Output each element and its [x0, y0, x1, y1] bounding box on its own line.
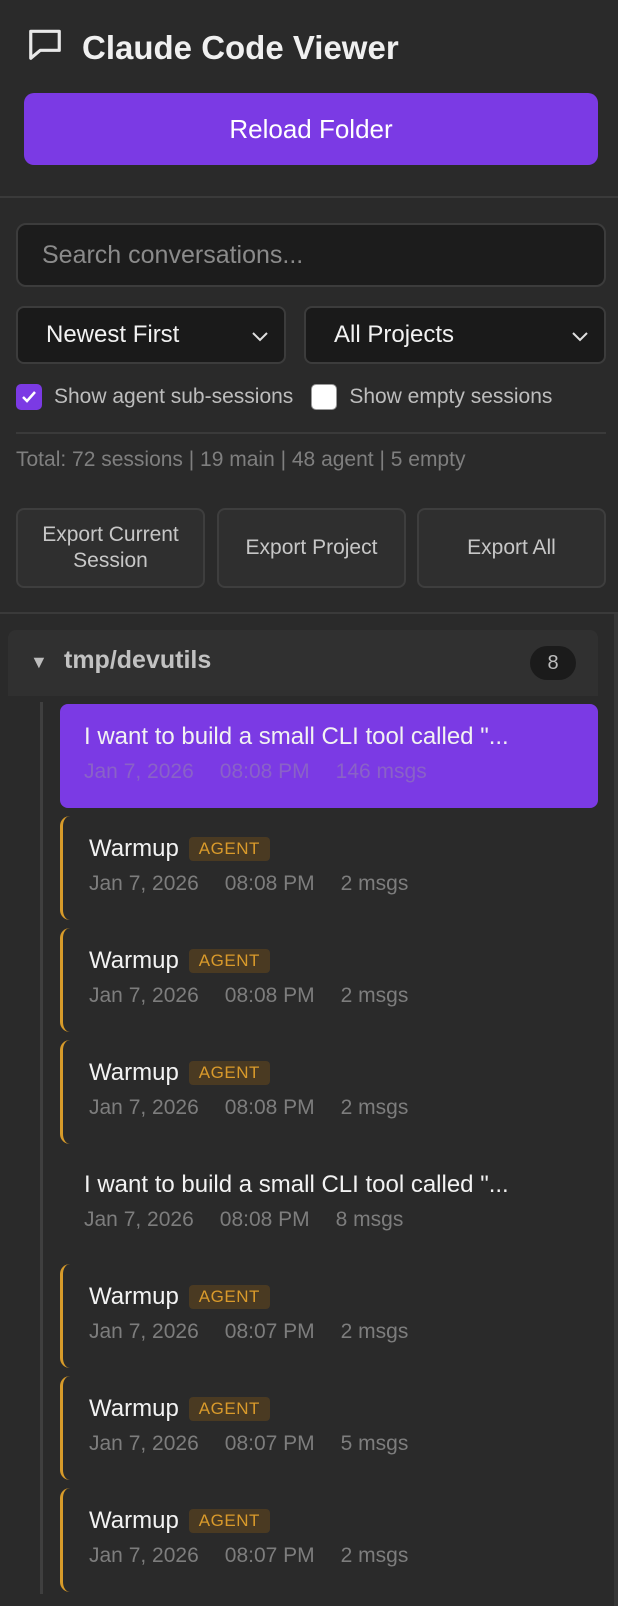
session-item[interactable]: I want to build a small CLI tool called …: [60, 1152, 598, 1256]
session-date: Jan 7, 2026: [89, 1320, 199, 1343]
session-title: I want to build a small CLI tool called …: [84, 1171, 509, 1198]
collapse-triangle-icon[interactable]: ▼: [30, 652, 48, 673]
divider: [0, 612, 618, 614]
session-meta: Jan 7, 2026 08:07 PM 5 msgs: [89, 1432, 408, 1456]
export-all-button[interactable]: Export All: [417, 508, 606, 588]
agent-session-item[interactable]: Warmup AGENT Jan 7, 2026 08:07 PM 2 msgs: [60, 1488, 598, 1592]
session-meta: Jan 7, 2026 08:08 PM 2 msgs: [89, 872, 408, 896]
search-input[interactable]: [16, 223, 606, 287]
session-meta: Jan 7, 2026 08:08 PM 2 msgs: [89, 984, 408, 1008]
session-meta: Jan 7, 2026 08:07 PM 2 msgs: [89, 1320, 408, 1344]
session-stats: Total: 72 sessions | 19 main | 48 agent …: [16, 448, 466, 471]
session-date: Jan 7, 2026: [84, 1208, 194, 1231]
session-time: 08:08 PM: [224, 1096, 315, 1119]
session-message-count: 5 msgs: [340, 1432, 409, 1455]
session-title-row: Warmup AGENT: [89, 835, 270, 863]
session-date: Jan 7, 2026: [89, 1432, 199, 1455]
session-time: 08:08 PM: [219, 1208, 310, 1231]
session-title: Warmup: [89, 1059, 179, 1086]
session-meta: Jan 7, 2026 08:08 PM 8 msgs: [84, 1208, 403, 1232]
session-title: Warmup: [89, 947, 179, 974]
session-title: I want to build a small CLI tool called …: [84, 723, 509, 750]
session-meta: Jan 7, 2026 08:08 PM 146 msgs: [84, 760, 427, 784]
reload-folder-button[interactable]: Reload Folder: [24, 93, 598, 165]
agent-badge: AGENT: [188, 949, 270, 973]
app-title: Claude Code Viewer: [26, 24, 399, 72]
session-title: Warmup: [89, 835, 179, 862]
project-select[interactable]: All Projects: [304, 306, 606, 364]
session-title: Warmup: [89, 1283, 179, 1310]
session-message-count: 146 msgs: [335, 760, 427, 783]
project-name: tmp/devutils: [64, 646, 212, 674]
scrollbar[interactable]: [614, 614, 618, 1606]
check-icon: [22, 391, 36, 403]
divider: [16, 432, 606, 434]
session-title: Warmup: [89, 1395, 179, 1422]
session-time: 08:07 PM: [224, 1320, 315, 1343]
session-message-count: 2 msgs: [340, 1320, 409, 1343]
session-title-row: I want to build a small CLI tool called …: [84, 1171, 509, 1199]
agent-session-item[interactable]: Warmup AGENT Jan 7, 2026 08:08 PM 2 msgs: [60, 816, 598, 920]
session-message-count: 8 msgs: [335, 1208, 404, 1231]
export-current-session-button[interactable]: Export Current Session: [16, 508, 205, 588]
agent-badge: AGENT: [188, 1509, 270, 1533]
chat-bubble-icon: [26, 25, 64, 71]
session-date: Jan 7, 2026: [84, 760, 194, 783]
session-time: 08:08 PM: [219, 760, 310, 783]
session-date: Jan 7, 2026: [89, 1544, 199, 1567]
export-project-button[interactable]: Export Project: [217, 508, 406, 588]
agent-badge: AGENT: [188, 837, 270, 861]
session-message-count: 2 msgs: [340, 1096, 409, 1119]
chevron-down-icon: [252, 332, 268, 342]
session-message-count: 2 msgs: [340, 984, 409, 1007]
agent-session-item[interactable]: Warmup AGENT Jan 7, 2026 08:08 PM 2 msgs: [60, 1040, 598, 1144]
project-group-header[interactable]: ▼ tmp/devutils 8: [8, 630, 598, 696]
controls-panel: Newest First All Projects Show agent sub…: [0, 200, 618, 612]
session-item[interactable]: I want to build a small CLI tool called …: [60, 704, 598, 808]
agent-session-item[interactable]: Warmup AGENT Jan 7, 2026 08:07 PM 5 msgs: [60, 1376, 598, 1480]
project-select-value: All Projects: [334, 321, 455, 348]
session-count-badge: 8: [530, 646, 576, 680]
agent-badge: AGENT: [188, 1397, 270, 1421]
app-header: Claude Code Viewer Reload Folder: [0, 0, 618, 198]
show-empty-label[interactable]: Show empty sessions: [349, 385, 552, 409]
session-time: 08:07 PM: [224, 1544, 315, 1567]
session-message-count: 2 msgs: [340, 872, 409, 895]
session-title-row: Warmup AGENT: [89, 1395, 270, 1423]
chevron-down-icon: [572, 332, 588, 342]
agent-session-item[interactable]: Warmup AGENT Jan 7, 2026 08:07 PM 2 msgs: [60, 1264, 598, 1368]
session-title-row: Warmup AGENT: [89, 1059, 270, 1087]
sort-select[interactable]: Newest First: [16, 306, 286, 364]
session-title: Warmup: [89, 1507, 179, 1534]
agent-session-item[interactable]: Warmup AGENT Jan 7, 2026 08:08 PM 2 msgs: [60, 928, 598, 1032]
show-empty-checkbox[interactable]: [311, 384, 338, 410]
agent-badge: AGENT: [188, 1061, 270, 1085]
sort-select-value: Newest First: [46, 321, 180, 348]
session-date: Jan 7, 2026: [89, 984, 199, 1007]
tree-guide-line: [40, 702, 43, 1594]
session-date: Jan 7, 2026: [89, 1096, 199, 1119]
show-agent-checkbox[interactable]: [16, 384, 42, 410]
session-time: 08:08 PM: [224, 984, 315, 1007]
session-title-row: Warmup AGENT: [89, 1283, 270, 1311]
filter-checkboxes: Show agent sub-sessions Show empty sessi…: [16, 380, 552, 414]
session-meta: Jan 7, 2026 08:08 PM 2 msgs: [89, 1096, 408, 1120]
show-agent-label[interactable]: Show agent sub-sessions: [54, 385, 293, 409]
session-meta: Jan 7, 2026 08:07 PM 2 msgs: [89, 1544, 408, 1568]
app-title-text: Claude Code Viewer: [82, 29, 399, 66]
session-time: 08:07 PM: [224, 1432, 315, 1455]
session-date: Jan 7, 2026: [89, 872, 199, 895]
session-title-row: Warmup AGENT: [89, 947, 270, 975]
session-message-count: 2 msgs: [340, 1544, 409, 1567]
session-time: 08:08 PM: [224, 872, 315, 895]
session-title-row: Warmup AGENT: [89, 1507, 270, 1535]
session-title-row: I want to build a small CLI tool called …: [84, 723, 509, 751]
agent-badge: AGENT: [188, 1285, 270, 1309]
